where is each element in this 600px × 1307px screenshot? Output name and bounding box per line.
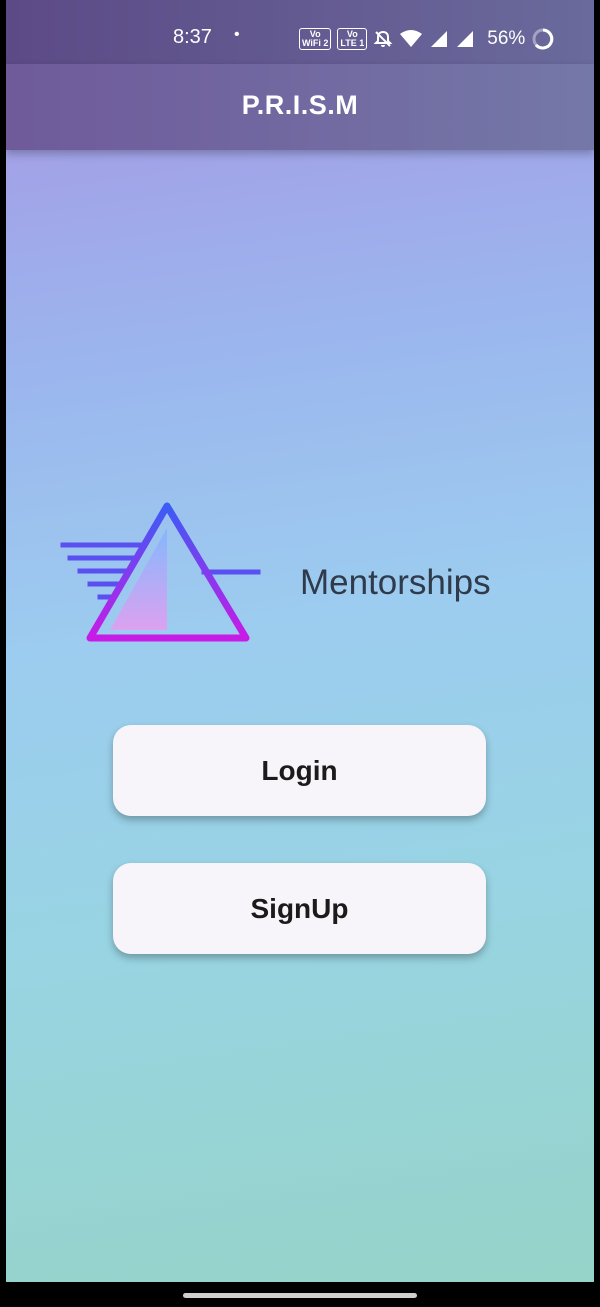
gesture-nav-handle[interactable] bbox=[183, 1293, 417, 1298]
prism-icon bbox=[60, 502, 261, 642]
signal-icon-2 bbox=[457, 31, 474, 47]
status-icons: Vo WiFi 2 Vo LTE 1 56% bbox=[299, 26, 555, 52]
status-time: 8:37 bbox=[173, 26, 212, 48]
vowifi-bottom-label: WiFi 2 bbox=[302, 38, 329, 48]
login-button[interactable]: Login bbox=[113, 725, 486, 816]
volte-icon: Vo LTE 1 bbox=[337, 28, 368, 50]
prism-logo bbox=[54, 500, 264, 650]
battery-ring-icon bbox=[532, 28, 554, 50]
wifi-icon bbox=[400, 30, 423, 47]
signup-button[interactable]: SignUp bbox=[113, 863, 486, 954]
mute-bell-icon bbox=[373, 30, 393, 47]
app-title: P.R.I.S.M bbox=[241, 90, 359, 120]
app-screen: 8:37 • Vo WiFi 2 Vo LTE 1 56% P.R.I.S.M … bbox=[6, 0, 594, 1282]
signal-icon-1 bbox=[431, 31, 448, 47]
vowifi-icon: Vo WiFi 2 bbox=[299, 28, 332, 50]
volte-bottom-label: LTE 1 bbox=[340, 38, 365, 48]
notification-dot: • bbox=[234, 26, 240, 43]
battery-percent: 56% bbox=[487, 28, 526, 49]
brand-name: Mentorships bbox=[300, 563, 491, 602]
app-bar: P.R.I.S.M bbox=[6, 64, 594, 150]
status-bar: 8:37 • Vo WiFi 2 Vo LTE 1 56% bbox=[6, 0, 594, 64]
